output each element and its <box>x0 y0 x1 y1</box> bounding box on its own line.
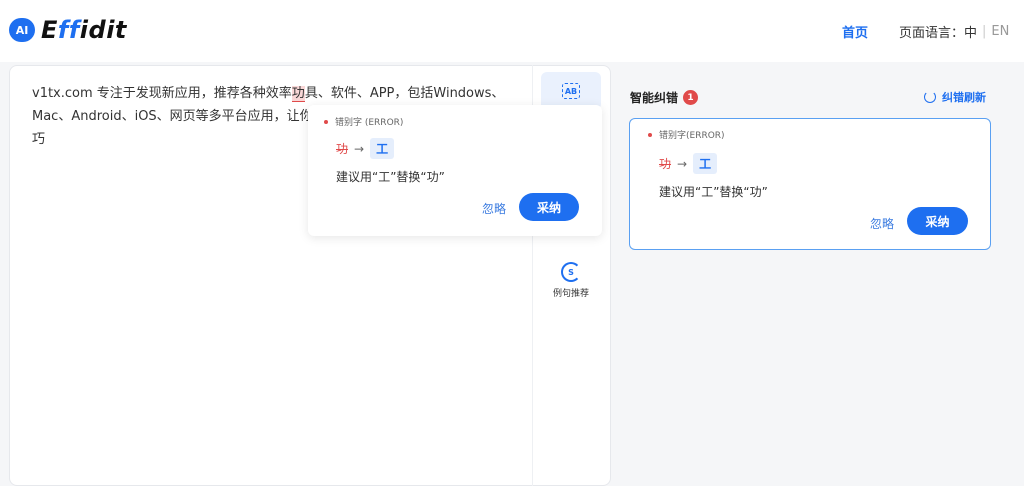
wrong-word: 功 <box>336 142 349 156</box>
wrong-word: 功 <box>659 157 672 171</box>
suggested-word[interactable]: 工 <box>693 153 718 174</box>
editor-text-segment: v1tx.com 专注于发现新应用，推荐各种效率 <box>32 86 292 101</box>
example-sentence-icon: S <box>561 262 581 282</box>
language-label[interactable]: 页面语言：中 <box>899 22 977 41</box>
logo-wordmark: Effidit <box>41 16 127 44</box>
error-type-label: 错别字(ERROR) <box>648 128 725 141</box>
refresh-label: 纠错刷新 <box>942 91 986 104</box>
ai-logo-icon: AI <box>9 18 35 42</box>
refresh-icon <box>924 91 936 103</box>
arrow-right-icon: → <box>354 141 365 156</box>
panel-title-text: 智能纠错 <box>630 91 679 105</box>
correction-popup: 错别字 (ERROR) 功 → 工 建议用“工”替换“功” 忽略 采纳 <box>308 105 602 236</box>
language-separator: | <box>982 24 987 39</box>
correction-pair: 功 → 工 <box>659 153 718 174</box>
effidit-logo[interactable]: AI Effidit <box>9 16 127 44</box>
error-type-text: 错别字 (ERROR) <box>335 118 404 128</box>
error-dot-icon <box>648 132 652 137</box>
error-dot-icon <box>324 119 328 124</box>
error-count-badge: 1 <box>683 90 699 105</box>
logo-text-pre: E <box>41 16 58 44</box>
suggested-word[interactable]: 工 <box>370 138 395 159</box>
editor-text-segment: 巧 <box>32 132 46 147</box>
adopt-button[interactable]: 采纳 <box>907 207 968 235</box>
error-type-text: 错别字(ERROR) <box>659 131 725 141</box>
error-highlight[interactable]: 功 <box>291 86 305 102</box>
adopt-button[interactable]: 采纳 <box>519 193 579 221</box>
arrow-right-icon: → <box>677 156 688 171</box>
refresh-correction-button[interactable]: 纠错刷新 <box>924 89 986 105</box>
ab-correction-icon: AB <box>562 83 580 99</box>
top-header: AI Effidit 首页 页面语言：中 | EN <box>0 0 1024 62</box>
example-sentence-label: 例句推荐 <box>552 289 589 299</box>
ignore-button[interactable]: 忽略 <box>870 215 894 232</box>
suggestion-text: 建议用“工”替换“功” <box>336 170 445 184</box>
nav-home-link[interactable]: 首页 <box>842 22 868 41</box>
correction-pair: 功 → 工 <box>336 138 395 159</box>
correction-card[interactable]: 错别字(ERROR) 功 → 工 建议用“工”替换“功” 忽略 采纳 <box>629 118 991 250</box>
smart-correction-title: 智能纠错 1 <box>630 89 699 106</box>
language-switcher[interactable]: 页面语言：中 | EN <box>899 22 1009 41</box>
logo-text-post: idit <box>79 16 127 44</box>
logo-text-highlight: ff <box>57 16 80 44</box>
error-type-label: 错别字 (ERROR) <box>324 115 403 128</box>
ignore-button[interactable]: 忽略 <box>482 200 506 217</box>
language-en-option[interactable]: EN <box>991 24 1009 39</box>
example-sentence-button[interactable]: S 例句推荐 <box>541 262 601 299</box>
suggestion-text: 建议用“工”替换“功” <box>659 185 768 199</box>
